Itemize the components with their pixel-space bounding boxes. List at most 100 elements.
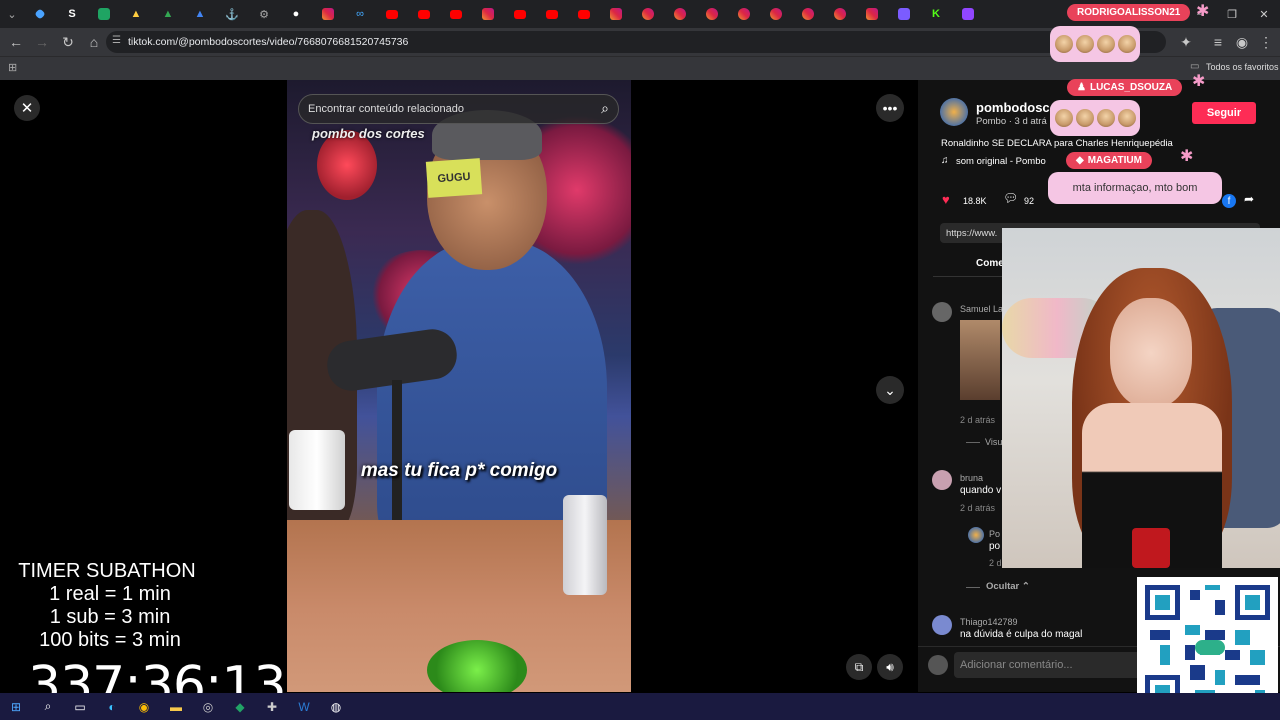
browser-tab[interactable]: ▲ — [120, 1, 152, 27]
emote-icon — [1117, 109, 1136, 127]
edge-icon[interactable]: ◐ — [101, 698, 123, 716]
video-player[interactable]: GUGU pombo dos cortes mas tu fica p* com… — [287, 80, 631, 692]
browser-tab[interactable] — [760, 1, 792, 27]
s-icon: S — [68, 8, 76, 20]
reading-list-icon[interactable]: ≡ — [1206, 30, 1230, 54]
close-video-button[interactable]: ✕ — [14, 95, 40, 121]
commenter-name[interactable]: Thiago142789 — [960, 617, 1018, 627]
address-bar[interactable]: ☰ tiktok.com/@pombodoscortes/video/76680… — [106, 31, 1166, 53]
more-options-button[interactable]: ••• — [876, 94, 904, 122]
commenter-avatar[interactable] — [932, 302, 952, 322]
profile-icon[interactable]: ◉ — [1230, 30, 1254, 54]
search-icon[interactable]: ⌕ — [601, 100, 609, 117]
microphone-red — [1132, 528, 1170, 568]
browser-tab[interactable]: ● — [280, 1, 312, 27]
browser-tab[interactable]: ∞ — [344, 1, 376, 27]
folder-icon[interactable]: ▬ — [165, 698, 187, 716]
hide-replies-button[interactable]: Ocultar ⌃ — [986, 581, 1030, 592]
browser-tab[interactable]: ▲ — [152, 1, 184, 27]
close-window-button[interactable]: ✕ — [1248, 1, 1280, 27]
browser-tab[interactable]: ▲ — [184, 1, 216, 27]
browser-tab[interactable] — [696, 1, 728, 27]
comment-icon[interactable]: 💬︎ — [1003, 191, 1018, 205]
chat-username: ♟ LUCAS_DSOUZA — [1067, 79, 1183, 96]
browser-tab[interactable] — [664, 1, 696, 27]
browser-tab[interactable] — [376, 1, 408, 27]
heart-icon[interactable]: ♥ — [942, 192, 950, 207]
reply-name[interactable]: Po — [989, 529, 1000, 539]
reply-avatar[interactable] — [968, 527, 984, 543]
browser-tab[interactable] — [504, 1, 536, 27]
instagram-icon — [706, 8, 718, 20]
facebook-icon[interactable]: f — [1222, 194, 1236, 208]
view-replies-link[interactable]: Visu — [985, 437, 1002, 447]
browser-tab[interactable]: S — [56, 1, 88, 27]
browser-tab[interactable] — [824, 1, 856, 27]
pip-button[interactable]: ⧉ — [846, 654, 872, 680]
home-button[interactable]: ⌂ — [82, 30, 106, 54]
link-text: https://www. — [946, 227, 998, 239]
forward-button[interactable]: → — [30, 30, 54, 54]
chrome-icon[interactable]: ◉ — [133, 698, 155, 716]
instagram-icon — [674, 8, 686, 20]
word-icon[interactable]: W — [293, 698, 315, 716]
browser-tab[interactable] — [88, 1, 120, 27]
obs-icon[interactable]: ◍ — [325, 698, 347, 716]
volume-button[interactable]: 🔊︎ — [877, 654, 903, 680]
apps-icon[interactable]: ⊞ — [8, 61, 17, 74]
reply-line — [966, 442, 980, 443]
author-subline: Pombo · 3 d atrá — [976, 116, 1047, 127]
timer-rule: 1 sub = 3 min — [49, 606, 171, 628]
browser-tab[interactable] — [888, 1, 920, 27]
browser-tab[interactable] — [792, 1, 824, 27]
windows-start-button[interactable]: ⊞ — [5, 698, 27, 716]
sound-link[interactable]: som original - Pombo — [956, 156, 1046, 167]
author-name[interactable]: pombodosco — [976, 100, 1058, 115]
commenter-avatar[interactable] — [932, 615, 952, 635]
site-info-icon[interactable]: ☰ — [112, 35, 121, 46]
browser-tab[interactable] — [24, 1, 56, 27]
browser-tab[interactable]: ⚓ — [216, 1, 248, 27]
related-search-input[interactable]: Encontrar conteúdo relacionado — [308, 103, 464, 115]
browser-tab[interactable] — [472, 1, 504, 27]
settings-icon: ⚙ — [259, 8, 269, 21]
tab-list-button[interactable]: ⌄ — [0, 1, 24, 27]
browser-tab[interactable] — [952, 1, 984, 27]
app-icon[interactable]: ◎ — [197, 698, 219, 716]
drive-icon: ▲ — [130, 8, 142, 20]
browser-tab[interactable] — [856, 1, 888, 27]
tab-comments[interactable]: Come — [976, 258, 1004, 269]
browser-tab[interactable] — [440, 1, 472, 27]
follow-button[interactable]: Seguir — [1192, 102, 1256, 124]
browser-tab[interactable] — [632, 1, 664, 27]
add-comment-input[interactable]: Adicionar comentário... — [954, 652, 1144, 678]
browser-tab[interactable]: ⚙ — [248, 1, 280, 27]
author-avatar[interactable] — [940, 98, 968, 126]
browser-tab[interactable] — [408, 1, 440, 27]
browser-tab[interactable] — [312, 1, 344, 27]
commenter-avatar[interactable] — [932, 470, 952, 490]
restore-button[interactable]: ❐ — [1216, 1, 1248, 27]
related-search-box[interactable]: Encontrar conteúdo relacionado ⌕ — [298, 94, 619, 124]
task-view-icon[interactable]: ▭ — [69, 698, 91, 716]
browser-tab[interactable] — [728, 1, 760, 27]
drive-icon: ▲ — [162, 8, 174, 20]
commenter-name[interactable]: Samuel La — [960, 304, 1003, 314]
reload-button[interactable]: ↻ — [56, 30, 80, 54]
excel-icon[interactable]: ◆ — [229, 698, 251, 716]
next-video-button[interactable]: ⌄ — [876, 376, 904, 404]
all-bookmarks-link[interactable]: Todos os favoritos — [1206, 62, 1279, 72]
app-icon[interactable]: ✚ — [261, 698, 283, 716]
back-button[interactable]: ← — [4, 30, 28, 54]
commenter-name[interactable]: bruna — [960, 473, 983, 483]
browser-tab[interactable] — [568, 1, 600, 27]
browser-tab[interactable] — [600, 1, 632, 27]
menu-icon[interactable]: ⋮ — [1254, 30, 1278, 54]
youtube-icon — [514, 9, 526, 19]
search-icon[interactable]: ⌕ — [37, 698, 59, 716]
browser-tab[interactable] — [536, 1, 568, 27]
extensions-icon[interactable]: ✦ — [1174, 30, 1198, 54]
share-icon[interactable]: ➦ — [1244, 192, 1254, 206]
browser-tab[interactable]: K — [920, 1, 952, 27]
pip-icon: ⧉ — [854, 659, 864, 674]
